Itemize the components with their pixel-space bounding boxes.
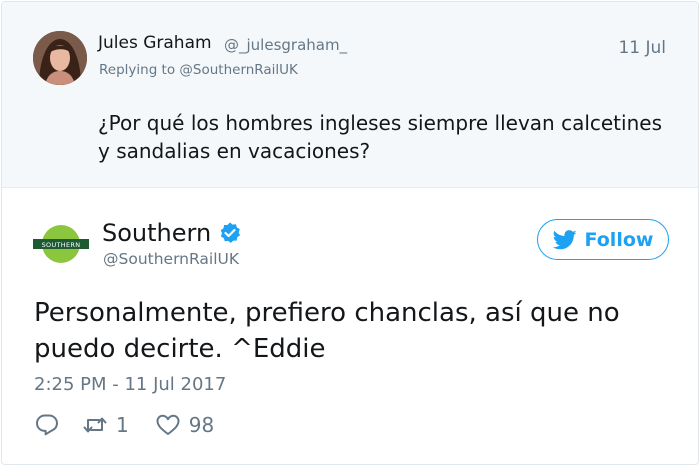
southern-logo[interactable]: SOUTHERN [33,224,89,264]
follow-label: Follow [584,228,654,251]
reply-text: ¿Por qué los hombres ingleses siempre ll… [98,111,662,163]
reply-author-handle[interactable]: @_julesgraham_ [224,36,347,54]
tweet-text: Personalmente, prefiero chanclas, así qu… [34,298,620,364]
avatar[interactable] [33,31,87,85]
reply-tweet: Jules Graham @_julesgraham_ 11 Jul Reply… [2,2,698,188]
like-count: 98 [188,413,215,437]
like-icon [156,414,180,435]
verified-icon [220,222,240,243]
reply-author-name[interactable]: Jules Graham [98,33,212,53]
southern-logo-text: SOUTHERN [42,241,81,249]
like-button[interactable]: 98 [155,412,214,438]
retweet-count: 1 [116,413,129,437]
replying-to[interactable]: Replying to @SouthernRailUK [99,62,298,78]
reply-button[interactable] [34,412,60,438]
twitter-bird-icon [552,229,577,249]
retweet-button[interactable]: 1 [82,412,129,438]
follow-button[interactable]: Follow [537,219,669,260]
account-handle[interactable]: @SouthernRailUK [103,250,239,268]
reply-date[interactable]: 11 Jul [618,38,666,58]
retweet-icon [83,417,107,433]
account-name[interactable]: Southern [102,219,211,247]
reply-icon [36,414,58,436]
tweet-card: Jules Graham @_julesgraham_ 11 Jul Reply… [1,1,699,465]
tweet-actions: 1 98 [34,411,214,439]
tweet-timestamp[interactable]: 2:25 PM - 11 Jul 2017 [34,374,226,395]
